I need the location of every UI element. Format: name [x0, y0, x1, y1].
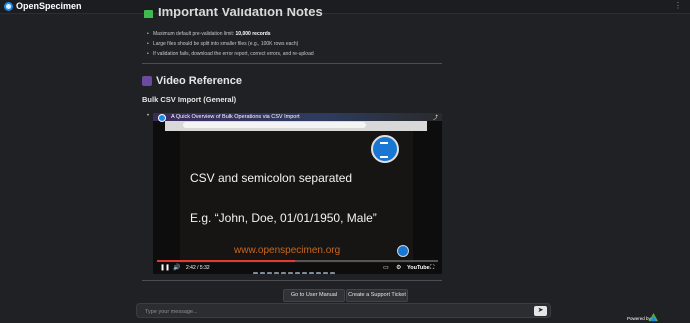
watermark-logo-icon [397, 245, 409, 257]
list-item: Large files should be split into smaller… [147, 39, 447, 49]
validation-notes-list: Maximum default pre-validation limit: 10… [147, 29, 447, 59]
powered-by-label: Powered by [627, 316, 651, 321]
settings-icon[interactable]: ⚙ [396, 264, 401, 272]
message-input[interactable] [143, 306, 527, 318]
bullet: • [147, 113, 150, 119]
openspecimen-logo-icon [4, 2, 13, 11]
support-ticket-button[interactable]: Create a Support Ticket [346, 289, 408, 302]
more-options-icon[interactable]: ⋮ [674, 2, 682, 10]
youtube-logo[interactable]: YouTube [407, 264, 430, 272]
app-title: OpenSpecimen [16, 1, 82, 11]
recorded-url-bar [183, 122, 366, 128]
video-progress-bar[interactable] [157, 260, 438, 262]
provider-logo-icon [649, 313, 658, 322]
slide-line-2: E.g. “John, Doe, 01/01/1950, Male” [190, 211, 377, 225]
check-icon [144, 10, 153, 18]
video-subtitle: Bulk CSV Import (General) [142, 95, 237, 104]
recorded-taskbar [253, 264, 373, 274]
volume-icon[interactable]: 🔊 [173, 264, 180, 272]
share-icon[interactable]: ⤴ [433, 114, 438, 121]
openspecimen-logo-icon [371, 135, 399, 163]
video-time: 2:42 / 5:32 [186, 265, 210, 271]
user-manual-button[interactable]: Go to User Manual [283, 289, 345, 302]
validation-notes-heading: Important Validation Notes [140, 8, 390, 18]
video-reference-heading: Video Reference [142, 72, 242, 90]
chat-input-bar: ➤ [136, 303, 551, 318]
list-item: If validation fails, download the error … [147, 49, 447, 59]
video-controls: ❚❚ 🔊 2:42 / 5:32 ▭ ⚙ YouTube ⛶ [153, 263, 442, 274]
film-icon [142, 75, 152, 86]
video-slide: CSV and semicolon separated E.g. “John, … [180, 131, 413, 263]
pause-icon[interactable]: ❚❚ [160, 264, 170, 272]
captions-icon[interactable]: ▭ [383, 264, 389, 272]
list-item: Maximum default pre-validation limit: 10… [147, 29, 447, 39]
send-button[interactable]: ➤ [534, 306, 547, 316]
video-progress-fill [157, 260, 295, 262]
video-title[interactable]: A Quick Overview of Bulk Operations via … [171, 114, 300, 120]
fullscreen-icon[interactable]: ⛶ [430, 264, 434, 272]
recorded-browser-bar [165, 121, 427, 131]
video-title-bar: A Quick Overview of Bulk Operations via … [153, 113, 442, 122]
divider [142, 63, 442, 64]
slide-url: www.openspecimen.org [234, 245, 341, 256]
video-player[interactable]: A Quick Overview of Bulk Operations via … [153, 113, 442, 274]
slide-line-1: CSV and semicolon separated [190, 171, 353, 185]
divider [142, 280, 442, 281]
